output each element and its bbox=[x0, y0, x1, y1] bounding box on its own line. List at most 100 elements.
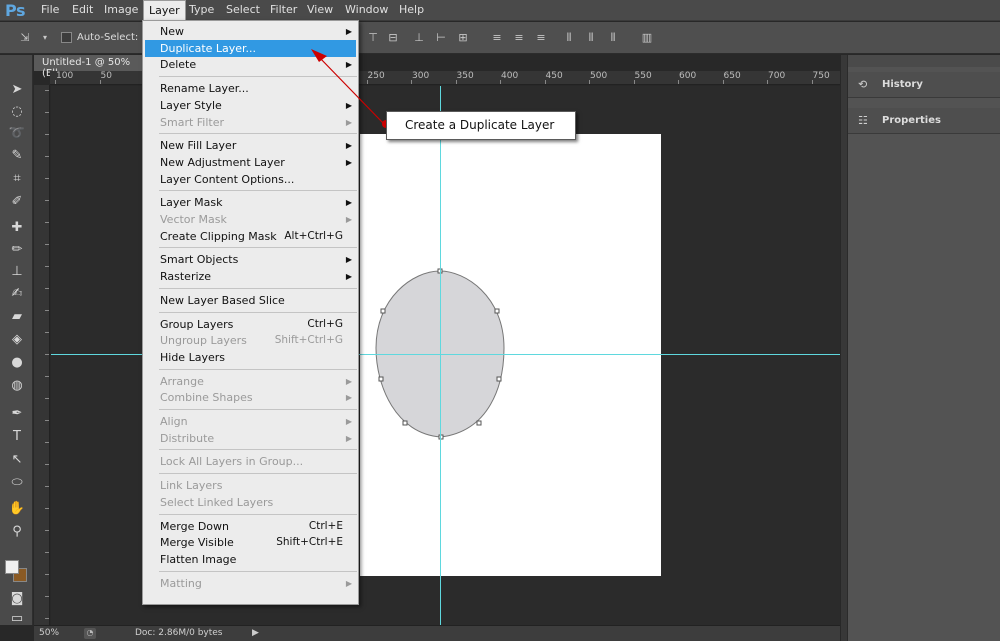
submenu-arrow-icon: ▶ bbox=[345, 272, 352, 282]
menu-file[interactable]: File bbox=[41, 3, 59, 16]
menu-layer[interactable]: Layer bbox=[143, 0, 186, 21]
menu-item-layer-content-options[interactable]: Layer Content Options... bbox=[143, 171, 358, 188]
menu-item-duplicate-layer[interactable]: Duplicate Layer... bbox=[145, 39, 356, 57]
document-tab[interactable]: Untitled-1 @ 50% (Ell bbox=[34, 55, 144, 79]
menu-item-new-fill-layer[interactable]: New Fill Layer ▶ bbox=[143, 137, 358, 154]
menu-item-label: Align bbox=[160, 415, 188, 428]
distribute-right-icon[interactable]: ⦀ bbox=[606, 31, 620, 45]
eyedropper-tool-icon[interactable]: ✐ bbox=[7, 193, 27, 211]
menu-item-layer-mask[interactable]: Layer Mask ▶ bbox=[143, 194, 358, 211]
ellipse-tool-icon[interactable]: ⬭ bbox=[7, 474, 27, 492]
menu-item-label: Distribute bbox=[160, 431, 215, 445]
menu-item-flatten-image[interactable]: Flatten Image bbox=[143, 551, 358, 568]
menu-item-group-layers[interactable]: Group Layers Ctrl+G bbox=[143, 316, 358, 333]
crop-tool-icon[interactable]: ⌗ bbox=[7, 170, 27, 188]
quick-mask-icon[interactable]: ◙ bbox=[7, 590, 27, 608]
menu-item-smart-objects[interactable]: Smart Objects ▶ bbox=[143, 251, 358, 268]
anchor-point[interactable] bbox=[494, 308, 500, 314]
align-vcenter-icon[interactable]: ⊟ bbox=[386, 31, 400, 45]
vertical-guide[interactable] bbox=[440, 86, 441, 625]
status-menu-arrow-icon[interactable]: ▶ bbox=[252, 628, 259, 638]
menu-help[interactable]: Help bbox=[399, 3, 424, 16]
submenu-arrow-icon: ▶ bbox=[345, 141, 352, 151]
move-tool-preset-icon[interactable]: ⇲ bbox=[18, 31, 32, 45]
distribute-vcenter-icon[interactable]: ≡ bbox=[512, 31, 526, 45]
zoom-level-readout[interactable]: 50% bbox=[39, 628, 59, 638]
align-left-icon[interactable]: ⊢ bbox=[434, 31, 448, 45]
distribute-left-icon[interactable]: ⦀ bbox=[562, 31, 576, 45]
pen-tool-icon[interactable]: ✒ bbox=[7, 405, 27, 423]
marquee-tool-icon[interactable]: ◌ bbox=[7, 103, 27, 121]
anchor-point[interactable] bbox=[402, 420, 408, 426]
properties-panel-tab[interactable]: ☷ Properties bbox=[848, 108, 1000, 134]
brush-tool-icon[interactable]: ✏ bbox=[7, 241, 27, 259]
menu-window[interactable]: Window bbox=[345, 3, 388, 16]
anchor-point[interactable] bbox=[496, 376, 502, 382]
history-brush-tool-icon[interactable]: ✍ bbox=[7, 285, 27, 303]
distribute-top-icon[interactable]: ≡ bbox=[490, 31, 504, 45]
auto-align-icon[interactable]: ▥ bbox=[640, 31, 654, 45]
clone-stamp-tool-icon[interactable]: ⊥ bbox=[7, 263, 27, 281]
zoom-tool-icon[interactable]: ⚲ bbox=[7, 523, 27, 541]
paint-bucket-tool-icon[interactable]: ◈ bbox=[7, 331, 27, 349]
distribute-hcenter-icon[interactable]: ⦀ bbox=[584, 31, 598, 45]
move-tool-icon[interactable]: ➤ bbox=[7, 81, 27, 99]
preset-dropdown-icon[interactable]: ▾ bbox=[38, 31, 52, 45]
anchor-point[interactable] bbox=[476, 420, 482, 426]
menu-item-new-layer-based-slice[interactable]: New Layer Based Slice bbox=[143, 292, 358, 309]
menu-item-new[interactable]: New ▶ bbox=[143, 23, 358, 40]
history-panel-label: History bbox=[882, 79, 923, 90]
foreground-color-swatch[interactable] bbox=[5, 560, 19, 574]
anchor-point[interactable] bbox=[380, 308, 386, 314]
ruler-tick bbox=[99, 80, 101, 84]
menu-item-label: Link Layers bbox=[160, 479, 223, 493]
dodge-tool-icon[interactable]: ◍ bbox=[7, 377, 27, 395]
auto-select-checkbox[interactable] bbox=[61, 32, 72, 43]
menu-item-hide-layers[interactable]: Hide Layers bbox=[143, 349, 358, 366]
menu-item-shortcut: Shift+Ctrl+E bbox=[276, 536, 343, 549]
menu-item-create-clipping-mask[interactable]: Create Clipping Mask Alt+Ctrl+G bbox=[143, 228, 358, 245]
ruler-tick bbox=[544, 80, 546, 84]
menu-filter[interactable]: Filter bbox=[270, 3, 297, 16]
path-selection-tool-icon[interactable]: ↖ bbox=[7, 451, 27, 469]
align-bottom-icon[interactable]: ⊥ bbox=[412, 31, 426, 45]
menu-view[interactable]: View bbox=[307, 3, 333, 16]
align-hcenter-icon[interactable]: ⊞ bbox=[456, 31, 470, 45]
type-tool-icon[interactable]: T bbox=[7, 428, 27, 446]
menu-item-rename-layer[interactable]: Rename Layer... bbox=[143, 80, 358, 97]
screen-mode-icon[interactable]: ▭ bbox=[7, 610, 27, 628]
menu-image[interactable]: Image bbox=[104, 3, 138, 16]
vertical-ruler[interactable] bbox=[34, 85, 50, 625]
menu-item-merge-visible[interactable]: Merge Visible Shift+Ctrl+E bbox=[143, 534, 358, 551]
menu-item-rasterize[interactable]: Rasterize ▶ bbox=[143, 268, 358, 285]
ruler-tick bbox=[45, 288, 49, 289]
eraser-tool-icon[interactable]: ▰ bbox=[7, 308, 27, 326]
menu-item-layer-style[interactable]: Layer Style ▶ bbox=[143, 97, 358, 114]
align-top-icon[interactable]: ⊤ bbox=[366, 31, 380, 45]
healing-brush-tool-icon[interactable]: ✚ bbox=[7, 219, 27, 237]
ruler-label: 50 bbox=[100, 71, 112, 81]
hand-tool-icon[interactable]: ✋ bbox=[7, 500, 27, 518]
status-info-icon[interactable]: ◔ bbox=[84, 628, 96, 639]
submenu-arrow-icon: ▶ bbox=[345, 417, 352, 426]
lasso-tool-icon[interactable]: ➰ bbox=[7, 125, 27, 143]
menu-select[interactable]: Select bbox=[226, 3, 260, 16]
blur-tool-icon[interactable]: ● bbox=[7, 354, 27, 372]
menu-edit[interactable]: Edit bbox=[72, 3, 93, 16]
anchor-point[interactable] bbox=[378, 376, 384, 382]
distribute-bottom-icon[interactable]: ≡ bbox=[534, 31, 548, 45]
ruler-tick bbox=[45, 464, 49, 465]
menu-item-new-adjustment-layer[interactable]: New Adjustment Layer ▶ bbox=[143, 154, 358, 171]
submenu-arrow-icon: ▶ bbox=[345, 393, 352, 403]
menu-item-distribute: Distribute ▶ bbox=[143, 430, 358, 447]
menu-item-delete[interactable]: Delete ▶ bbox=[143, 56, 358, 73]
menu-item-label: Smart Objects bbox=[160, 253, 239, 267]
menu-item-label: New Layer Based Slice bbox=[160, 293, 285, 307]
menu-item-merge-down[interactable]: Merge Down Ctrl+E bbox=[143, 518, 358, 535]
quick-select-tool-icon[interactable]: ✎ bbox=[7, 147, 27, 165]
history-panel-tab[interactable]: ⟲ History bbox=[848, 72, 1000, 98]
submenu-arrow-icon: ▶ bbox=[345, 215, 352, 224]
menu-item-ungroup-layers: Ungroup Layers Shift+Ctrl+G bbox=[143, 332, 358, 349]
menu-type[interactable]: Type bbox=[189, 3, 214, 16]
panel-dock-grip[interactable] bbox=[848, 55, 1000, 67]
